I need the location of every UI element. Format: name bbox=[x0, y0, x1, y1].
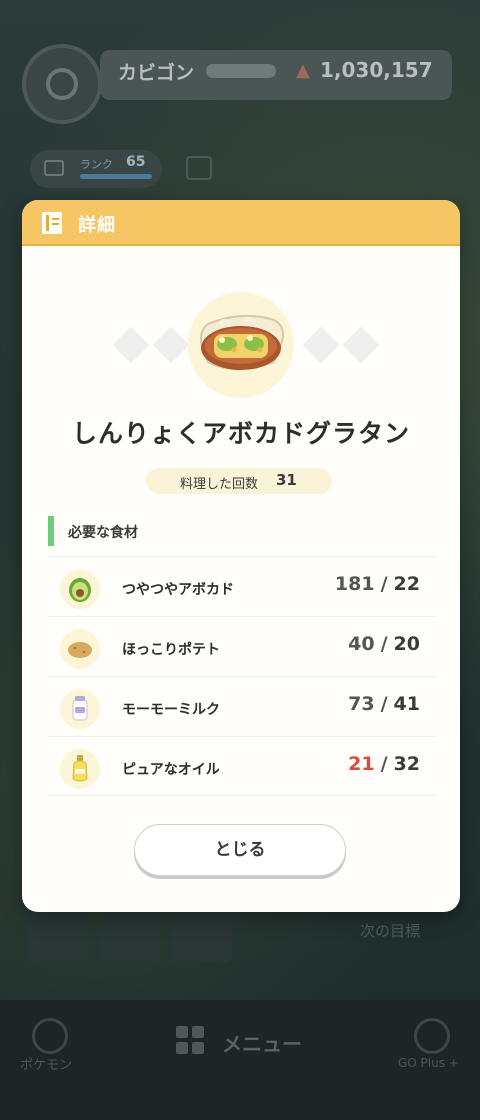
pokeball-icon bbox=[32, 1018, 68, 1054]
ingredient-name: つやつやアボカド bbox=[122, 582, 234, 598]
footer-nav: ポケモン メニュー GO Plus + bbox=[0, 1000, 480, 1120]
menu-grid-icon bbox=[176, 1026, 206, 1056]
ingredient-list: つやつやアボカド 181/22 ほっこりポテト 40/20 モーモーミルク 73… bbox=[48, 556, 436, 796]
ingredient-name: ピュアなオイル bbox=[122, 762, 220, 778]
rank-label: ランク bbox=[80, 158, 113, 171]
recipe-detail-dialog: 詳細 しんりょくアボカドグラタン 料理した回数 31 必要な食材 つやつやアボカ… bbox=[22, 200, 460, 912]
ingredient-have: 40 bbox=[348, 633, 375, 655]
ingredient-have: 73 bbox=[348, 693, 375, 715]
book-icon bbox=[42, 212, 62, 234]
energy-value: 1,030,157 bbox=[320, 58, 433, 82]
ingredient-need: 41 bbox=[393, 693, 420, 715]
ingredient-quantity: 21/32 bbox=[348, 753, 420, 775]
ingredient-row: つやつやアボカド 181/22 bbox=[48, 556, 436, 616]
oil-bottle-icon bbox=[60, 749, 100, 789]
ingredient-row: ほっこりポテト 40/20 bbox=[48, 616, 436, 676]
quantity-separator: / bbox=[380, 573, 388, 595]
footer-goplus-label: GO Plus + bbox=[398, 1056, 459, 1070]
footer-menu-label: メニュー bbox=[222, 1032, 302, 1056]
trainer-avatar bbox=[22, 44, 102, 124]
diamond-decoration bbox=[302, 326, 340, 364]
ingredient-name: ほっこりポテト bbox=[122, 642, 220, 658]
dish-name: しんりょくアボカドグラタン bbox=[71, 419, 410, 448]
screen-icon bbox=[44, 160, 64, 176]
ingredient-name: モーモーミルク bbox=[122, 702, 220, 718]
potato-icon bbox=[60, 629, 100, 669]
ingredient-need: 20 bbox=[393, 633, 420, 655]
ingredient-need: 22 bbox=[393, 573, 420, 595]
cook-count-label: 料理した回数 bbox=[180, 477, 259, 492]
ingredient-row: ピュアなオイル 21/32 bbox=[48, 736, 436, 796]
shortcut-tile bbox=[100, 912, 160, 962]
dialog-header: 詳細 bbox=[22, 200, 460, 246]
diamond-decoration bbox=[152, 326, 190, 364]
ingredient-row: モーモーミルク 73/41 bbox=[48, 676, 436, 736]
diamond-decoration bbox=[112, 326, 150, 364]
ingredient-quantity: 181/22 bbox=[335, 573, 420, 595]
dialog-title: 詳細 bbox=[78, 215, 116, 236]
goplus-icon bbox=[414, 1018, 450, 1054]
shortcut-tile bbox=[28, 912, 88, 962]
camera-icon bbox=[186, 156, 212, 180]
avocado-icon bbox=[60, 569, 100, 609]
ingredient-need: 32 bbox=[393, 753, 420, 775]
diamond-decoration bbox=[342, 326, 380, 364]
ingredient-quantity: 40/20 bbox=[348, 633, 420, 655]
next-goal-label: 次の目標 bbox=[360, 922, 421, 940]
cook-count-badge: 料理した回数 31 bbox=[146, 468, 332, 494]
ingredient-have: 181 bbox=[334, 573, 375, 595]
quantity-separator: / bbox=[380, 753, 388, 775]
milk-bottle-icon bbox=[60, 689, 100, 729]
section-accent-bar bbox=[48, 516, 54, 546]
quantity-separator: / bbox=[380, 633, 388, 655]
rank-pill: ランク 65 bbox=[30, 150, 162, 188]
rank-value: 65 bbox=[126, 154, 146, 170]
ingredient-quantity: 73/41 bbox=[348, 693, 420, 715]
shortcut-tile bbox=[172, 912, 232, 962]
ingredient-have-short: 21 bbox=[348, 753, 375, 775]
trainer-name: カビゴン bbox=[118, 62, 195, 84]
trainer-badge bbox=[206, 64, 276, 78]
energy-flame-icon: ▲ bbox=[296, 60, 310, 81]
quantity-separator: / bbox=[380, 693, 388, 715]
avocado-gratin-dish-icon bbox=[199, 314, 284, 370]
pokeball-icon bbox=[46, 68, 78, 100]
close-button[interactable]: とじる bbox=[134, 824, 346, 876]
footer-pokemon-label: ポケモン bbox=[20, 1058, 73, 1073]
ingredients-section-title: 必要な食材 bbox=[68, 525, 138, 541]
cook-count-value: 31 bbox=[276, 471, 297, 489]
rank-progress-bar bbox=[80, 174, 152, 179]
